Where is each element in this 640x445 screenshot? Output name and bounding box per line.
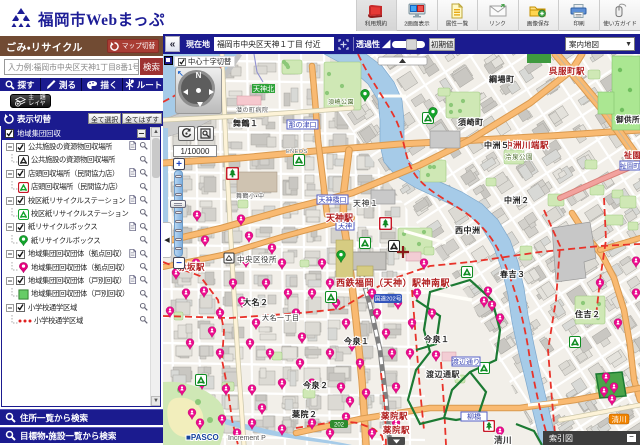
svg-text:天神駅: 天神駅 <box>326 212 354 223</box>
svg-text:綱場町: 綱場町 <box>488 74 515 84</box>
svg-text:ENEOS: ENEOS <box>286 149 308 155</box>
svg-text:祉園町: 祉園町 <box>620 161 640 170</box>
svg-text:舞鶴小・中: 舞鶴小・中 <box>236 192 265 200</box>
svg-text:西鉄福岡（天神）駅神南駅: 西鉄福岡（天神）駅神南駅 <box>336 277 451 288</box>
svg-text:国道202号: 国道202号 <box>374 295 401 303</box>
svg-text:大名２: 大名２ <box>243 297 269 307</box>
svg-text:202: 202 <box>334 423 345 429</box>
svg-text:春吉３: 春吉３ <box>499 269 526 279</box>
svg-text:冷泉公園: 冷泉公園 <box>505 152 533 161</box>
svg-text:清川: 清川 <box>612 414 627 424</box>
svg-text:中央区役所: 中央区役所 <box>237 254 277 264</box>
svg-text:天神橋口: 天神橋口 <box>319 195 347 204</box>
svg-text:Increment P: Increment P <box>228 435 266 442</box>
svg-text:薬院駅: 薬院駅 <box>382 425 410 435</box>
svg-text:舞鶴１: 舞鶴１ <box>232 118 259 128</box>
svg-text:中洲２: 中洲２ <box>504 195 530 205</box>
svg-text:潜の町病院: 潜の町病院 <box>236 106 269 114</box>
svg-text:祉園駅: 祉園駅 <box>623 150 640 160</box>
svg-text:呉服町駅: 呉服町駅 <box>549 66 585 76</box>
svg-text:中洲５: 中洲５ <box>484 140 510 150</box>
svg-text:天神１: 天神１ <box>353 198 379 208</box>
svg-text:須崎公園: 須崎公園 <box>328 98 354 106</box>
svg-text:大名一丁目: 大名一丁目 <box>262 313 300 322</box>
svg-text:柳橋: 柳橋 <box>467 412 481 421</box>
svg-text:今泉１: 今泉１ <box>423 334 450 344</box>
svg-text:御供所町: 御供所町 <box>615 114 640 124</box>
svg-text:薬院駅: 薬院駅 <box>380 411 408 421</box>
svg-text:中洲川端駅: 中洲川端駅 <box>504 140 549 150</box>
svg-text:赤坂駅: 赤坂駅 <box>177 262 205 272</box>
svg-text:今泉２: 今泉２ <box>302 380 329 390</box>
svg-text:渡辺通駅: 渡辺通駅 <box>426 369 460 379</box>
svg-text:西中洲: 西中洲 <box>455 225 481 235</box>
svg-text:須崎町: 須崎町 <box>457 117 484 127</box>
svg-text:渡辺通り: 渡辺通り <box>452 357 480 366</box>
svg-text:住吉２: 住吉２ <box>574 309 601 319</box>
svg-text:■PASCO: ■PASCO <box>186 433 219 442</box>
svg-text:天神北: 天神北 <box>253 84 274 93</box>
svg-text:薬院２: 薬院２ <box>291 409 318 419</box>
svg-text:那の津口: 那の津口 <box>289 121 317 129</box>
svg-text:清川: 清川 <box>494 435 512 445</box>
svg-text:今泉１: 今泉１ <box>343 336 370 346</box>
